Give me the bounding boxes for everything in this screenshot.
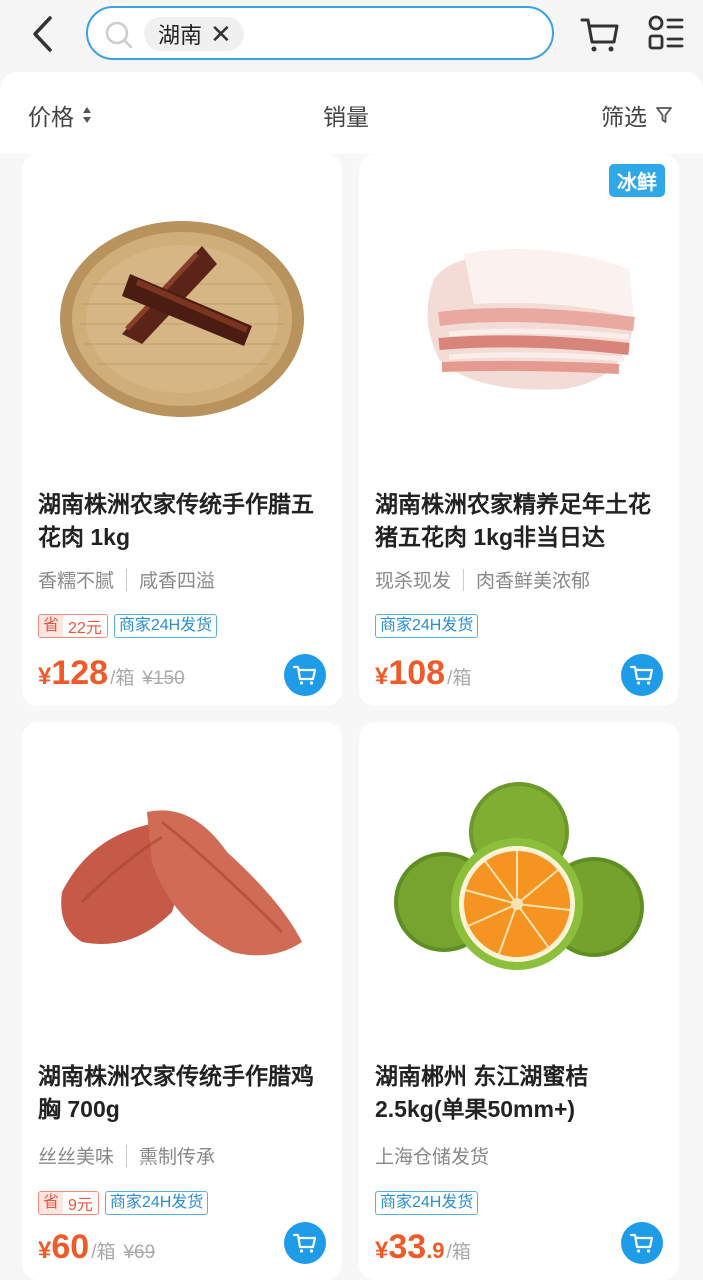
feature-label: 香糯不腻 [38,571,115,592]
filter-icon [656,107,672,123]
cart-icon [292,665,317,685]
shipping-tag: 商家24H发货 [375,614,479,638]
sort-price-label: 价格 [28,104,74,130]
product-features: 香糯不腻 咸香四溢 [38,566,215,593]
product-tags: 省 9元 商家24H发货 [38,1191,209,1215]
price-unit: /箱 [91,1242,116,1263]
sort-sales-label: 销量 [323,104,369,130]
add-to-cart-button[interactable] [284,654,326,696]
search-icon [105,21,133,49]
price-decimal: .9 [426,1238,445,1263]
discount-tag: 省 9元 [38,1191,99,1215]
price-value: 33 [388,1228,427,1266]
feature-label: 咸香四溢 [139,571,216,592]
add-to-cart-button[interactable] [284,1222,326,1264]
price-value: 60 [51,1228,90,1266]
currency-symbol: ¥ [38,663,52,690]
shipping-tag: 商家24H发货 [104,1191,209,1215]
divider [463,568,465,591]
add-to-cart-button[interactable] [621,654,663,696]
cart-button[interactable] [578,12,622,56]
price-unit: /箱 [447,668,472,689]
search-keyword: 湖南 [158,23,203,48]
filter-button[interactable]: 筛选 [601,98,673,132]
product-title[interactable]: 湖南株洲农家传统手作腊鸡胸 700g [38,1060,330,1126]
divider [126,568,128,591]
original-price: ¥69 [123,1242,156,1263]
discount-amount: 22元 [68,620,102,637]
original-price: ¥150 [142,668,185,689]
price-row: ¥ 128 /箱 ¥150 [38,654,185,693]
price-value: 108 [388,654,446,692]
price-row: ¥ 60 /箱 ¥69 [38,1228,155,1267]
price-row: ¥ 108 /箱 [375,654,471,693]
product-image [359,154,679,474]
top-bar: 湖南 ✕ [0,0,703,72]
discount-tag: 省 22元 [38,614,108,638]
search-input[interactable]: 湖南 ✕ [86,6,554,60]
product-image [22,154,342,474]
search-keyword-tag[interactable]: 湖南 ✕ [144,17,244,51]
feature-label: 熏制传承 [139,1147,216,1168]
filter-label: 筛选 [601,104,647,130]
sort-bar: 价格 销量 筛选 [0,72,703,154]
currency-symbol: ¥ [375,663,389,690]
product-title[interactable]: 湖南株洲农家精养足年土花猪五花肉 1kg非当日达 [375,488,667,554]
cured-pork-image [60,221,304,417]
product-features: 现杀现发 肉香鲜美浓郁 [375,566,590,593]
price-unit: /箱 [446,1242,471,1263]
product-card[interactable]: 湖南株洲农家传统手作腊五花肉 1kg 香糯不腻 咸香四溢 省 22元 商家24H… [22,154,342,706]
sort-by-price[interactable]: 价格 [28,98,92,132]
add-to-cart-button[interactable] [621,1222,663,1264]
feature-label: 现杀现发 [375,571,452,592]
category-menu-button[interactable] [644,12,688,56]
product-image [22,722,342,1042]
product-card[interactable]: 湖南郴州 东江湖蜜桔 2.5kg(单果50mm+) 上海仓储发货 商家24H发货… [359,722,679,1280]
back-button[interactable] [22,12,62,56]
product-title[interactable]: 湖南株洲农家传统手作腊五花肉 1kg [38,488,330,554]
feature-label: 丝丝美味 [38,1147,115,1168]
close-icon[interactable]: ✕ [210,21,232,47]
currency-symbol: ¥ [375,1237,389,1264]
price-value: 128 [51,654,109,692]
currency-symbol: ¥ [38,1237,52,1264]
product-tags: 商家24H发货 [375,1191,479,1215]
feature-label: 上海仓储发货 [375,1147,490,1168]
price-unit: /箱 [110,668,135,689]
price-row: ¥ 33 .9 /箱 [375,1228,471,1267]
sort-by-sales[interactable]: 销量 [323,98,369,132]
pork-belly-image [427,249,635,390]
product-features: 上海仓储发货 [375,1142,489,1169]
cart-icon [292,1233,317,1253]
discount-prefix: 省 [39,615,64,637]
shipping-tag: 商家24H发货 [113,614,218,638]
product-card[interactable]: 湖南株洲农家传统手作腊鸡胸 700g 丝丝美味 熏制传承 省 9元 商家24H发… [22,722,342,1280]
product-tags: 商家24H发货 [375,614,479,638]
product-tags: 省 22元 商家24H发货 [38,614,218,638]
product-title[interactable]: 湖南郴州 东江湖蜜桔 2.5kg(单果50mm+) [375,1060,667,1126]
cart-icon [580,18,619,52]
cart-icon [629,665,654,685]
cart-icon [629,1233,654,1253]
product-card[interactable]: 冰鲜 湖南株洲农家精养足年土花猪五花肉 1kg非当日达 现杀现发 肉香鲜美浓郁 … [359,154,679,706]
discount-amount: 9元 [68,1197,93,1214]
menu-grid-icon [648,15,684,50]
sort-arrows-icon [83,107,91,123]
chevron-left-icon [33,16,52,52]
feature-label: 肉香鲜美浓郁 [476,571,591,592]
shipping-tag: 商家24H发货 [375,1191,479,1215]
discount-prefix: 省 [39,1192,64,1214]
tangerine-image [394,782,644,970]
chicken-breast-image [61,810,302,956]
product-image [359,722,679,1042]
divider [126,1144,128,1167]
fresh-badge: 冰鲜 [609,164,665,197]
product-features: 丝丝美味 熏制传承 [38,1142,215,1169]
